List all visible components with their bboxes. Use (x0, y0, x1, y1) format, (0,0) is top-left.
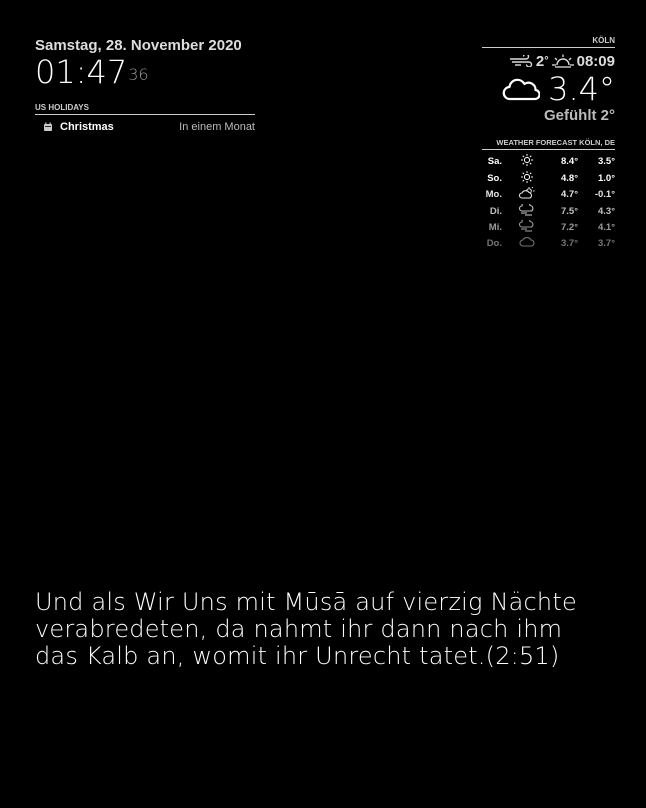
cloudy-icon (502, 78, 541, 101)
forecast-row: So. 4.8° 1.0° (482, 170, 615, 188)
forecast-max-temp: 4.7° (560, 189, 578, 200)
calendar-event-time: In einem Monat (179, 121, 255, 133)
feels-like: Gefühlt 2° (543, 107, 615, 124)
forecast-day: Di. (489, 205, 502, 217)
sunny-icon (520, 154, 534, 169)
forecast-day: Sa. (487, 156, 502, 167)
weather-forecast-module: WEATHER FORECAST KÖLN, DE Sa. 8.4° 3.5° So.… (482, 138, 615, 251)
clock-module: Samstag, 28. November 2020 01:4736 (35, 37, 275, 89)
forecast-max-temp: 4.8° (560, 172, 578, 184)
weather-location: KÖLN (482, 36, 615, 48)
forecast-row: Mi. 7.2° 4.1° (482, 217, 615, 237)
calendar-event-title: Christmas (60, 121, 114, 133)
forecast-max-temp: 7.5° (560, 205, 578, 217)
forecast-max-temp: 7.2° (560, 222, 578, 233)
rain-icon (518, 200, 536, 219)
sunny-icon (520, 170, 534, 186)
calendar-icon (44, 122, 52, 131)
cloudy-icon (519, 236, 535, 250)
forecast-min-temp: -0.1° (594, 189, 615, 200)
clock-seconds: 36 (128, 65, 149, 84)
weather-main: 3.4° (482, 70, 615, 108)
calendar-header: US HOLIDAYS (35, 103, 255, 115)
forecast-row: Do. 3.7° 3.7° (482, 236, 615, 252)
forecast-row: Di. 7.5° 4.3° (482, 200, 615, 221)
forecast-min-temp: 3.5° (597, 156, 615, 167)
calendar-module: US HOLIDAYS Christmas In einem Monat (35, 103, 255, 133)
wind-unit: ° (544, 55, 549, 67)
forecast-day: So. (487, 172, 502, 184)
compliment-module: Und als Wir Uns mit Mūsā auf vierzig Näc… (35, 589, 595, 670)
partly-cloudy-icon (518, 186, 536, 202)
forecast-min-temp: 4.1° (597, 222, 615, 233)
current-temperature: 3.4° (548, 70, 615, 108)
sunrise-time: 08:09 (576, 52, 615, 70)
forecast-day: Mi. (488, 222, 502, 233)
wind-speed: 2 (535, 52, 545, 70)
clock-time: 01:4736 (35, 55, 275, 89)
forecast-row: Mo. 4.7° -0.1° (482, 186, 615, 204)
weather-details: 2 ° 08:09 (482, 52, 615, 70)
wind-icon (509, 55, 533, 67)
forecast-min-temp: 3.7° (597, 237, 615, 249)
forecast-row: Sa. 8.4° 3.5° (482, 154, 615, 171)
sunrise-icon (551, 54, 574, 68)
forecast-min-temp: 4.3° (597, 205, 615, 217)
calendar-event: Christmas In einem Monat (35, 121, 255, 133)
forecast-day: Mo. (485, 189, 502, 200)
forecast-table: Sa. 8.4° 3.5° So. 4.8° 1.0° Mo. 4.7° -0.1° Di. 7.5… (482, 154, 615, 251)
current-weather-module: KÖLN 2 ° 08:09 3.4° Gefühlt 2° (482, 36, 615, 124)
clock-date: Samstag, 28. November 2020 (35, 37, 242, 54)
forecast-max-temp: 3.7° (560, 237, 578, 249)
forecast-max-temp: 8.4° (560, 156, 578, 167)
clock-hours-minutes: 01:47 (35, 53, 128, 91)
forecast-header: WEATHER FORECAST KÖLN, DE (482, 138, 615, 150)
compliment-text: Und als Wir Uns mit Mūsā auf vierzig Näc… (35, 588, 577, 670)
forecast-min-temp: 1.0° (597, 172, 615, 184)
forecast-day: Do. (486, 237, 502, 249)
rain-icon (518, 217, 536, 235)
